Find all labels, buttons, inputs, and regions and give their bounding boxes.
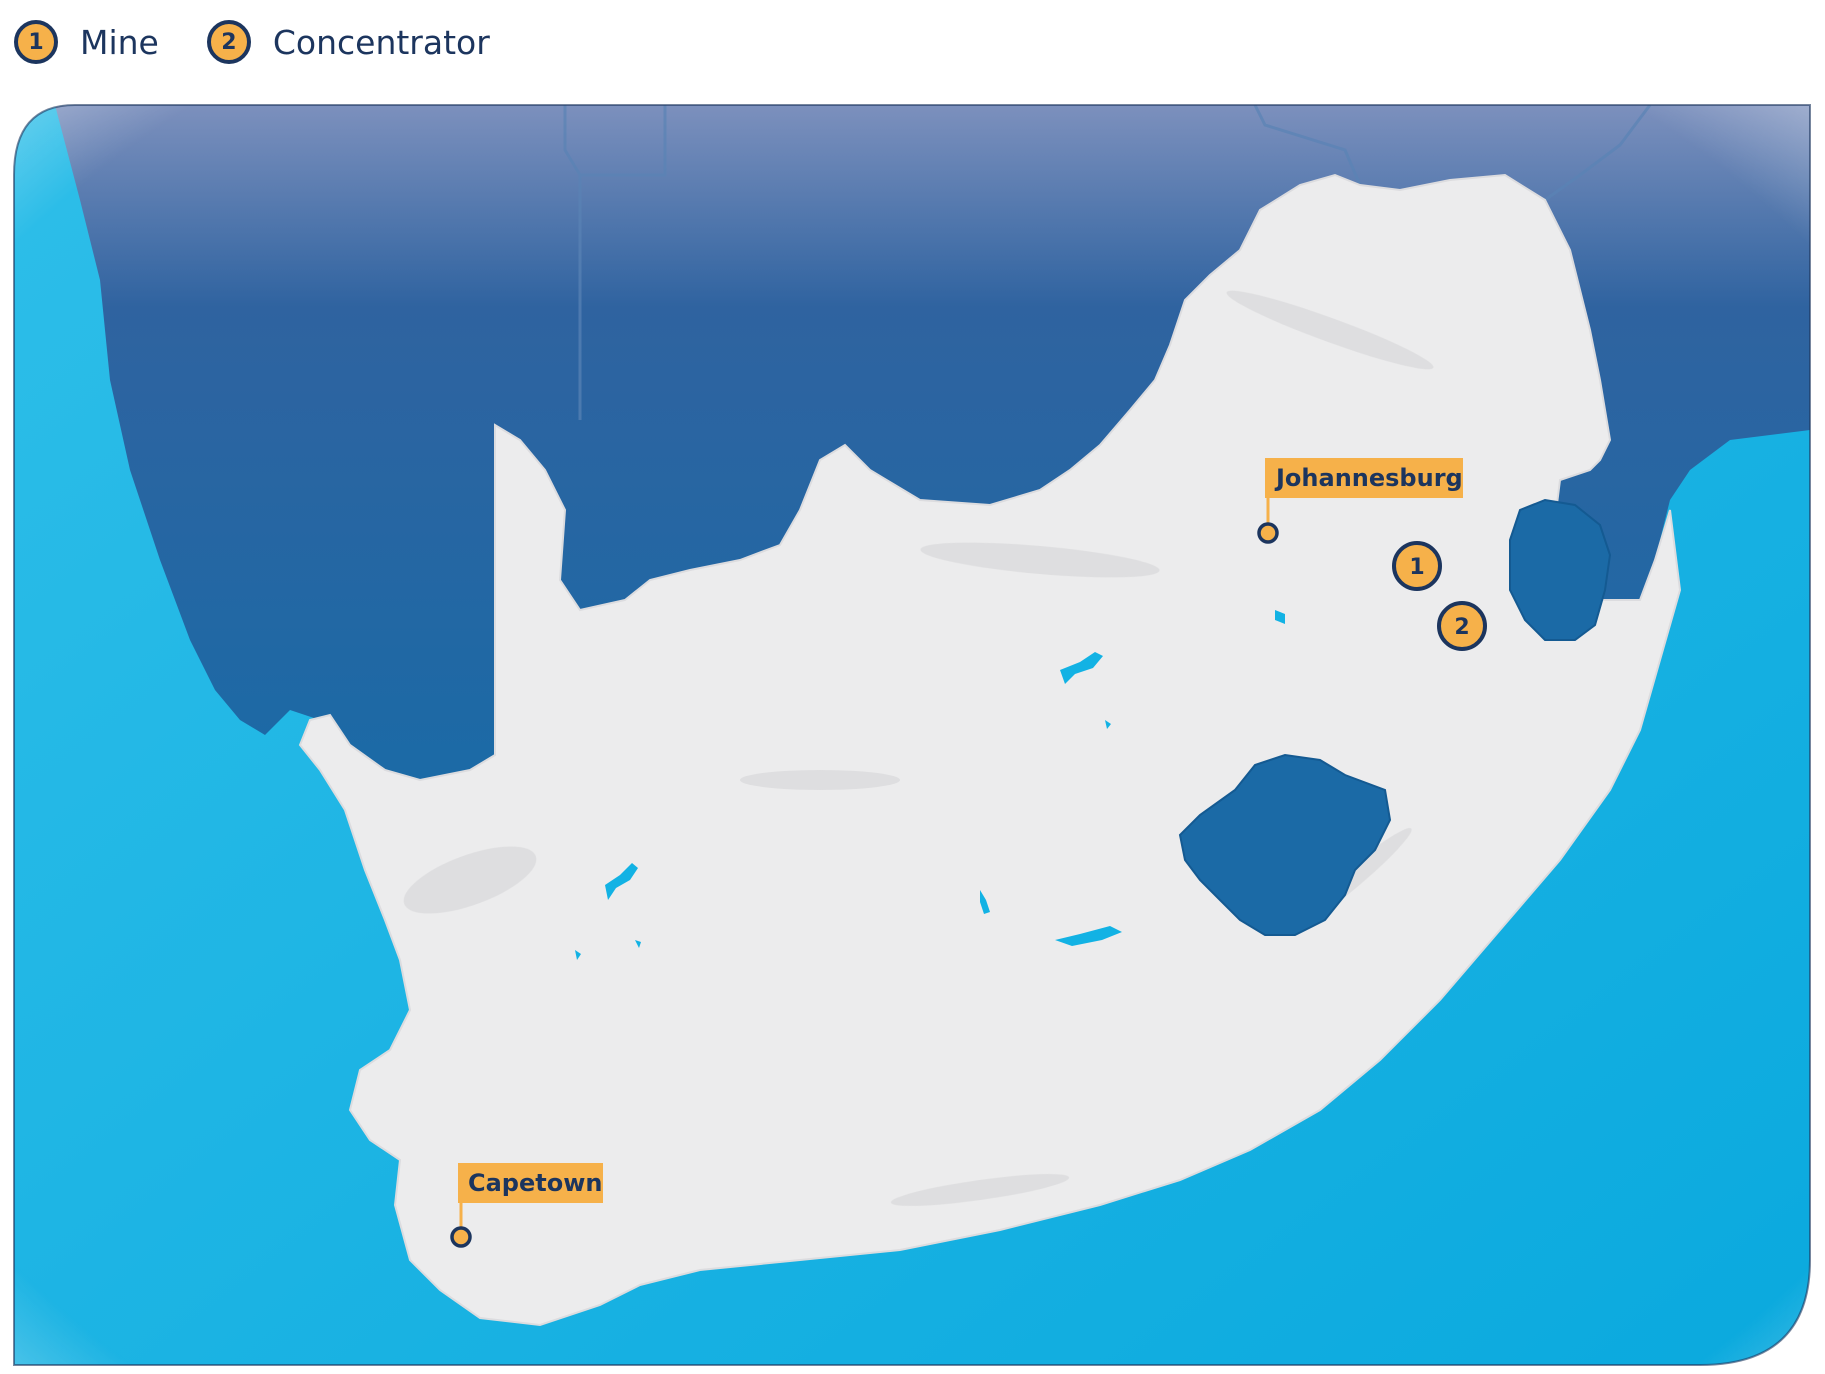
map-frame [14, 105, 1810, 1365]
johannesburg-label: Johannesburg [1274, 464, 1463, 492]
site-mine-marker: 1 [1392, 541, 1442, 591]
capetown-label: Capetown [468, 1169, 602, 1197]
johannesburg-pin [1257, 522, 1279, 544]
site-mine-number: 1 [1409, 555, 1424, 580]
site-concentrator-number: 2 [1454, 615, 1469, 640]
site-concentrator-marker: 2 [1437, 601, 1487, 651]
vignette [14, 105, 1810, 1365]
south-africa-map: Johannesburg Capetown 1 2 [13, 104, 1811, 1366]
capetown-pin [450, 1226, 472, 1248]
